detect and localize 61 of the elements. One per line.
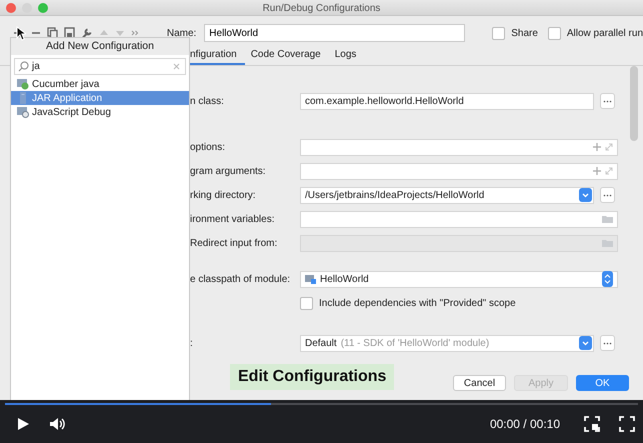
cucumber-icon <box>17 78 29 90</box>
field-label: ironment variables: <box>190 214 276 224</box>
dialog-button[interactable]: Cancel <box>453 375 506 391</box>
save-icon[interactable] <box>64 27 75 39</box>
stepper-icon[interactable] <box>602 271 613 287</box>
caption-banner: Edit Configurations <box>230 364 394 390</box>
field-label: n class: <box>190 96 225 106</box>
text-field[interactable]: com.example.helloworld.HelloWorld <box>300 92 594 110</box>
volume-icon[interactable] <box>49 417 67 431</box>
dialog-button[interactable]: OK <box>576 375 629 391</box>
field-label: options: <box>190 142 226 152</box>
fullscreen-icon[interactable] <box>619 416 635 432</box>
text-field[interactable] <box>300 210 618 228</box>
field-label: gram arguments: <box>190 166 267 176</box>
browse-button[interactable] <box>600 93 615 109</box>
menu-item[interactable]: JavaScript Debug <box>11 105 189 119</box>
picture-in-picture-icon[interactable] <box>584 416 600 432</box>
field-label: Redirect input from: <box>190 238 278 248</box>
tab[interactable]: Code Coverage <box>250 45 329 65</box>
more-icon <box>603 342 612 344</box>
browse-button[interactable] <box>600 335 615 351</box>
jar-icon <box>17 92 29 104</box>
menu-item[interactable]: Cucumber java <box>11 77 189 91</box>
text-field[interactable] <box>300 162 618 180</box>
scrollbar[interactable] <box>630 66 638 141</box>
name-field[interactable]: HelloWorld <box>204 24 466 42</box>
expand-icon[interactable] <box>605 167 613 175</box>
expand-icon[interactable] <box>605 143 613 151</box>
zoom-button[interactable] <box>38 3 48 13</box>
text-field[interactable] <box>300 234 618 252</box>
checkbox[interactable] <box>548 26 561 40</box>
search-icon <box>18 61 29 72</box>
checkbox[interactable] <box>492 26 506 40</box>
module-icon <box>305 274 316 284</box>
checkbox[interactable] <box>300 296 313 310</box>
text-field[interactable] <box>300 138 618 156</box>
popup-title: Add New Configuration <box>11 38 189 55</box>
folder-icon[interactable] <box>602 239 613 247</box>
checkbox-label: Share <box>511 28 538 38</box>
clear-icon[interactable] <box>173 63 180 70</box>
jre-dropdown[interactable]: Default (11 - SDK of 'HelloWorld' module) <box>300 334 594 352</box>
dropdown-field[interactable]: /Users/jetbrains/IdeaProjects/HelloWorld <box>300 186 594 204</box>
window-title: Run/Debug Configurations <box>262 2 382 14</box>
folder-icon[interactable] <box>602 215 613 223</box>
more-icon <box>603 100 612 102</box>
field-label: e classpath of module: <box>190 274 292 284</box>
play-icon[interactable] <box>16 417 30 431</box>
wrench-icon[interactable] <box>81 27 93 39</box>
field-label: : <box>190 338 194 348</box>
time-display: 00:00 / 00:10 <box>490 417 560 431</box>
debug-icon <box>17 106 29 118</box>
field-label: rking directory: <box>190 190 257 200</box>
browse-button[interactable] <box>600 187 615 203</box>
module-dropdown[interactable]: HelloWorld <box>300 270 618 288</box>
checkbox-label: Include dependencies with "Provided" scope <box>319 298 516 308</box>
name-label: Name: <box>166 28 196 38</box>
close-button[interactable] <box>6 3 16 13</box>
search-field[interactable]: ja <box>14 58 186 75</box>
tab[interactable]: Logs <box>334 45 364 65</box>
checkbox-label: Allow parallel run <box>566 28 643 38</box>
more-icon <box>603 194 612 196</box>
